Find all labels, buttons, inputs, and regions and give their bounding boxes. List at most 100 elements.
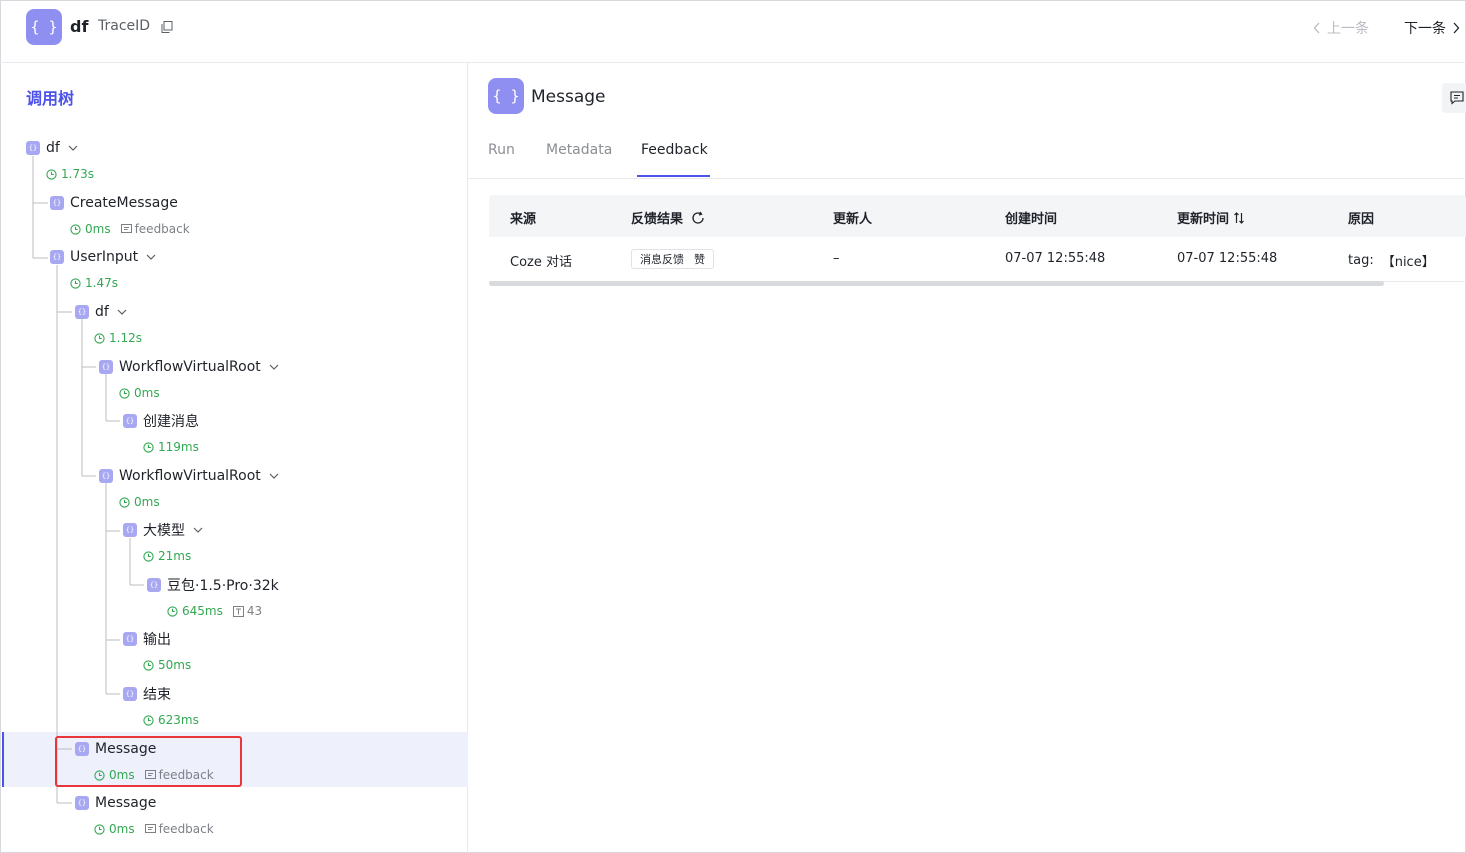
node-meta: 1.47s	[70, 275, 118, 291]
clock-icon	[119, 387, 130, 399]
table-header: 来源 反馈结果 更新人 创建时间 更新时间 原因	[489, 195, 1466, 237]
tree-node[interactable]: {} 创建消息	[123, 411, 199, 431]
tree-node[interactable]: {} 大模型	[123, 520, 203, 540]
trace-name: df	[70, 17, 89, 36]
detail-title: Message	[531, 87, 606, 107]
tree-node[interactable]: {} 豆包·1.5·Pro·32k	[147, 575, 279, 595]
node-duration: 0ms	[109, 768, 135, 782]
next-label: 下一条	[1404, 21, 1446, 37]
tree-node[interactable]: {} 结束	[123, 684, 171, 704]
tree-node[interactable]: {} WorkflowVirtualRoot	[99, 466, 279, 486]
cell-updater: –	[833, 251, 840, 266]
tree-node[interactable]: {} UserInput	[50, 247, 156, 267]
code-icon: {}	[99, 469, 113, 483]
node-duration: 645ms	[182, 604, 223, 618]
node-meta: 50ms	[143, 657, 191, 673]
feedback-icon	[144, 824, 156, 833]
node-name: df	[46, 140, 60, 156]
chevron-down-icon[interactable]	[117, 307, 127, 317]
tab-feedback[interactable]: Feedback	[641, 142, 708, 158]
code-icon: {}	[147, 578, 161, 592]
clock-icon	[119, 496, 130, 508]
node-duration: 0ms	[134, 386, 160, 400]
token-indicator: 43	[232, 604, 262, 618]
tree-node[interactable]: {} 输出	[123, 629, 171, 649]
comment-button[interactable]	[1442, 83, 1466, 113]
code-icon: {}	[75, 305, 89, 319]
feedback-indicator: feedback	[144, 768, 214, 782]
refresh-icon[interactable]	[691, 211, 705, 225]
node-name: 创建消息	[143, 414, 199, 430]
tree-node[interactable]: {} WorkflowVirtualRoot	[99, 357, 279, 377]
trace-logo-icon: { }	[26, 9, 62, 45]
top-bar: { } df TraceID 上一条 下一条	[0, 0, 1466, 63]
tab-metadata[interactable]: Metadata	[546, 142, 612, 158]
cell-source: Coze 对话	[510, 255, 572, 270]
col-header-updated-label: 更新时间	[1177, 212, 1230, 227]
result-tag: 消息反馈 赞	[631, 249, 714, 269]
node-meta: 119ms	[143, 439, 199, 455]
chevron-down-icon[interactable]	[193, 525, 203, 535]
copy-icon[interactable]	[161, 21, 173, 33]
tree-node[interactable]: {} df	[26, 138, 78, 158]
node-meta: 21ms	[143, 548, 191, 564]
node-meta: 1.73s	[46, 166, 94, 182]
code-icon: {}	[123, 632, 137, 646]
node-duration: 1.73s	[61, 167, 94, 181]
reason-label: tag:	[1348, 253, 1374, 268]
active-tab-indicator	[637, 175, 710, 177]
clock-icon	[70, 277, 81, 289]
tab-run[interactable]: Run	[488, 142, 515, 158]
node-meta: 623ms	[143, 712, 199, 728]
horizontal-scrollbar[interactable]	[489, 281, 1384, 286]
detail-panel: { } Message Run Metadata Feedback 来源 反馈结…	[468, 63, 1466, 853]
node-name: WorkflowVirtualRoot	[119, 468, 261, 484]
code-icon: {}	[99, 360, 113, 374]
message-logo-icon: { }	[488, 78, 524, 114]
tree-node[interactable]: {} CreateMessage	[50, 193, 178, 213]
node-meta: 645ms 43	[167, 603, 262, 619]
clock-icon	[94, 332, 105, 344]
col-header-updated[interactable]: 更新时间	[1177, 208, 1245, 227]
clock-icon	[143, 550, 154, 562]
result-type: 消息反馈	[640, 253, 684, 266]
sort-icon[interactable]	[1233, 211, 1245, 224]
node-meta: 0ms feedback	[94, 821, 214, 837]
node-duration: 1.12s	[109, 331, 142, 345]
col-header-created: 创建时间	[1005, 212, 1058, 227]
chevron-down-icon[interactable]	[68, 143, 78, 153]
chevron-down-icon[interactable]	[146, 252, 156, 262]
chevron-right-icon	[1453, 22, 1460, 34]
col-header-reason: 原因	[1348, 212, 1375, 227]
clock-icon	[143, 441, 154, 453]
clock-icon	[167, 605, 178, 617]
previous-label: 上一条	[1327, 21, 1369, 37]
trace-id-label: TraceID	[98, 18, 151, 34]
feedback-indicator: feedback	[120, 222, 190, 236]
clock-icon	[143, 659, 154, 671]
tree-node[interactable]: {} df	[75, 302, 127, 322]
tree-node[interactable]: {} Message	[75, 793, 156, 813]
chevron-down-icon[interactable]	[269, 471, 279, 481]
node-name: 大模型	[143, 523, 185, 539]
next-button[interactable]: 下一条	[1404, 18, 1460, 38]
previous-button[interactable]: 上一条	[1313, 18, 1369, 38]
feedback-icon	[144, 770, 156, 779]
feedback-label: feedback	[134, 222, 190, 236]
node-name: 豆包·1.5·Pro·32k	[167, 578, 279, 594]
table-row: Coze 对话 消息反馈 赞 – 07-07 12:55:48 07-07 12…	[489, 237, 1466, 282]
col-header-updater: 更新人	[833, 212, 873, 227]
node-name: Message	[95, 795, 157, 811]
result-value: 赞	[694, 253, 705, 266]
col-header-result: 反馈结果	[631, 208, 705, 227]
code-icon: {}	[123, 687, 137, 701]
node-name: WorkflowVirtualRoot	[119, 359, 261, 375]
call-tree-panel: 调用树 {} df 1.73s {} CreateMessage 0ms fee…	[0, 63, 468, 853]
node-duration: 50ms	[158, 658, 192, 672]
code-icon: {}	[75, 742, 89, 756]
feedback-icon	[120, 224, 132, 233]
node-duration: 119ms	[158, 440, 199, 454]
chevron-down-icon[interactable]	[269, 362, 279, 372]
code-icon: {}	[50, 196, 64, 210]
tree-node-selected[interactable]: {} Message	[75, 739, 156, 759]
